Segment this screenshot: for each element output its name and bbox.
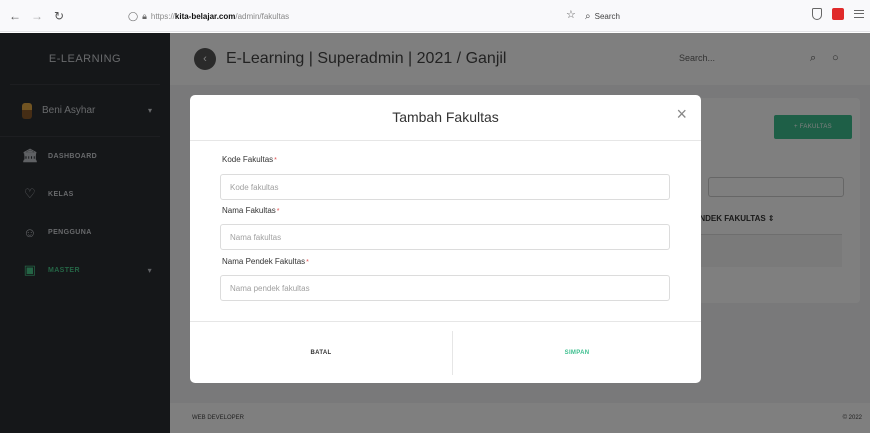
kode-fakultas-label: Kode Fakultas* [222,155,277,164]
hamburger-menu-icon[interactable] [854,10,864,18]
back-arrow-icon[interactable]: ← [8,9,22,23]
close-icon[interactable]: × [676,105,687,123]
nama-pendek-fakultas-field[interactable] [220,275,670,301]
required-marker: * [274,157,277,164]
nama-fakultas-field[interactable] [220,224,670,250]
field-label-text: Nama Fakultas [222,206,276,215]
required-marker: * [306,259,309,266]
field-label-text: Kode Fakultas [222,155,274,164]
field-label-text: Nama Pendek Fakultas [222,257,306,266]
bookmark-star-icon[interactable]: ☆ [566,8,576,21]
tambah-fakultas-modal: Tambah Fakultas × Kode Fakultas* Nama Fa… [190,95,701,383]
shield-icon: ◯ [128,10,139,21]
divider [190,140,701,141]
reload-icon[interactable]: ↻ [52,9,66,23]
required-marker: * [276,208,280,215]
extension-icon[interactable] [832,8,844,20]
browser-search[interactable]: ⌕ Search [585,6,735,26]
pocket-icon[interactable] [812,8,822,20]
browser-search-placeholder: Search [594,11,620,21]
nama-fakultas-label: Nama Fakultas* [222,206,280,215]
cancel-button[interactable]: BATAL [190,322,452,383]
save-button[interactable]: SIMPAN [453,322,701,383]
kode-fakultas-field[interactable] [220,174,670,200]
lock-icon: 🔒︎ [142,10,147,21]
url-text: https://kita-belajar.com/admin/fakultas [150,11,290,21]
nama-pendek-fakultas-label: Nama Pendek Fakultas* [222,257,309,266]
search-icon: ⌕ [585,10,591,22]
forward-arrow-icon[interactable]: → [30,9,44,23]
modal-title: Tambah Fakultas [392,109,499,125]
browser-toolbar: ← → ↻ ◯ 🔒︎ https://kita-belajar.com/admi… [0,0,870,32]
